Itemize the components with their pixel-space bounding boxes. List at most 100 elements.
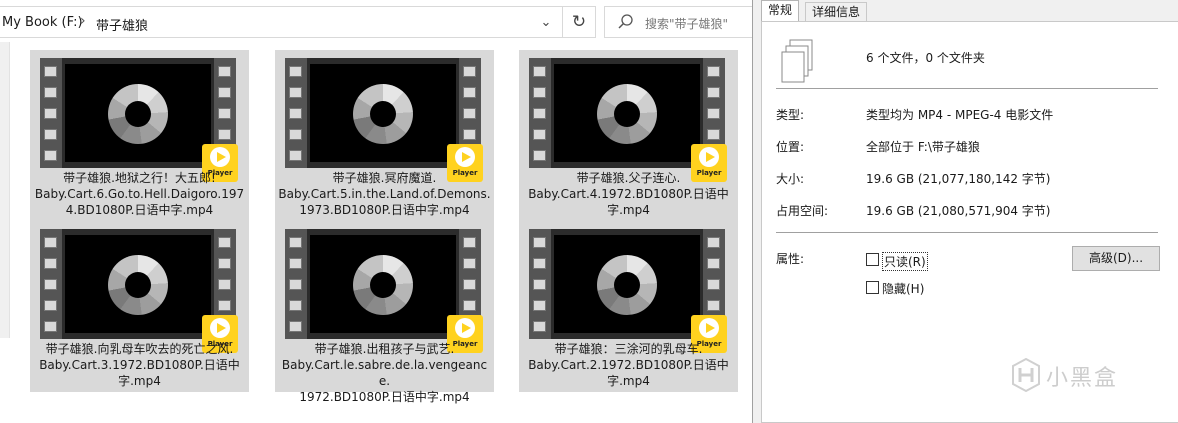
film-hole <box>289 150 302 161</box>
thumbnail-screen <box>554 64 700 162</box>
breadcrumb-drive[interactable]: My Book (F:) <box>2 15 83 30</box>
play-icon <box>217 152 226 162</box>
size-on-disk-value: 19.6 GB (21,080,571,904 字节) <box>866 204 1051 218</box>
film-hole <box>533 321 546 332</box>
thumbnail-screen <box>65 235 211 333</box>
thumbnail-screen <box>65 64 211 162</box>
file-tile[interactable]: Player 带子雄狼.地狱之行！大五郎! Baby.Cart.6.Go.to.H… <box>30 50 249 221</box>
video-thumbnail-icon: Player <box>529 229 727 353</box>
film-hole <box>44 129 57 140</box>
search-input[interactable]: 搜索"带子雄狼" <box>604 6 752 38</box>
xiaoheihe-logo-icon <box>1012 358 1040 392</box>
file-tile[interactable]: Player 带子雄狼：三涂河的乳母车. Baby.Cart.2.1972.BD1… <box>519 221 738 392</box>
film-hole <box>707 108 720 119</box>
refresh-icon: ↻ <box>571 12 587 32</box>
divider <box>776 88 1158 89</box>
watermark-text: 小黑盒 <box>1046 366 1119 391</box>
film-hole <box>707 129 720 140</box>
film-hole <box>44 279 57 290</box>
search-placeholder: 搜索"带子雄狼" <box>645 17 729 31</box>
breadcrumb-separator-icon[interactable]: › <box>80 13 86 29</box>
play-icon <box>462 323 471 333</box>
film-hole <box>218 129 231 140</box>
film-hole <box>533 66 546 77</box>
file-tile[interactable]: Player 带子雄狼.向乳母车吹去的死亡之风. Baby.Cart.3.1972… <box>30 221 249 392</box>
film-hole <box>463 129 476 140</box>
file-name: 带子雄狼.父子连心. Baby.Cart.4.1972.BD1080P.日语中 … <box>528 171 729 217</box>
film-hole <box>533 150 546 161</box>
film-hole <box>463 279 476 290</box>
play-icon <box>706 152 715 162</box>
attributes-label: 属性: <box>776 252 805 266</box>
film-hole <box>289 279 302 290</box>
film-hole <box>44 321 57 332</box>
hidden-label[interactable]: 隐藏(H) <box>882 280 924 297</box>
film-hole <box>533 108 546 119</box>
hidden-checkbox[interactable] <box>866 281 879 294</box>
film-hole <box>289 87 302 98</box>
loading-ring-icon <box>108 255 168 315</box>
film-hole <box>463 108 476 119</box>
film-hole <box>463 258 476 269</box>
loading-ring-icon <box>597 255 657 315</box>
film-hole <box>707 87 720 98</box>
advanced-button[interactable]: 高级(D)... <box>1072 246 1160 271</box>
file-name: 带子雄狼.冥府魔道. Baby.Cart.5.in.the.Land.of.De… <box>278 171 491 217</box>
film-hole <box>289 300 302 311</box>
tab-details[interactable]: 详细信息 <box>805 2 868 22</box>
film-hole <box>289 321 302 332</box>
film-hole <box>463 87 476 98</box>
file-tile[interactable]: Player 带子雄狼.父子连心. Baby.Cart.4.1972.BD1080… <box>519 50 738 221</box>
film-hole <box>707 300 720 311</box>
file-grid: Player 带子雄狼.地狱之行！大五郎! Baby.Cart.6.Go.to.H… <box>30 46 750 404</box>
film-strip <box>285 229 307 339</box>
film-hole <box>707 66 720 77</box>
loading-ring-icon <box>353 255 413 315</box>
selection-summary: 6 个文件，0 个文件夹 <box>866 51 985 65</box>
size-value: 19.6 GB (21,077,180,142 字节) <box>866 172 1051 186</box>
film-hole <box>218 66 231 77</box>
type-value: 类型均为 MP4 - MPEG-4 电影文件 <box>866 108 1054 122</box>
thumbnail-screen <box>310 64 456 162</box>
film-hole <box>44 258 57 269</box>
tab-general[interactable]: 常规 <box>761 0 800 22</box>
loading-ring-icon <box>353 84 413 144</box>
thumbnail-screen <box>554 235 700 333</box>
refresh-button[interactable]: ↻ <box>562 6 596 38</box>
video-thumbnail-icon: Player <box>285 229 483 353</box>
play-icon <box>706 323 715 333</box>
divider <box>776 232 1158 233</box>
loading-ring-icon <box>597 84 657 144</box>
file-name: 带子雄狼.向乳母车吹去的死亡之风. Baby.Cart.3.1972.BD108… <box>39 342 240 388</box>
film-hole <box>44 300 57 311</box>
thumbnail-screen <box>310 235 456 333</box>
film-hole <box>218 87 231 98</box>
readonly-label[interactable]: 只读(R) <box>882 252 928 271</box>
search-icon <box>618 14 633 29</box>
video-thumbnail-icon: Player <box>40 229 238 353</box>
film-strip <box>529 229 551 339</box>
breadcrumb-folder[interactable]: 带子雄狼 <box>96 15 148 34</box>
play-icon <box>217 323 226 333</box>
film-hole <box>463 237 476 248</box>
size-on-disk-label: 占用空间: <box>776 204 829 218</box>
film-hole <box>533 300 546 311</box>
film-hole <box>463 300 476 311</box>
location-label: 位置: <box>776 140 805 154</box>
film-hole <box>44 237 57 248</box>
film-hole <box>289 258 302 269</box>
address-bar[interactable]: My Book (F:) › 带子雄狼 ⌄ <box>0 6 594 38</box>
film-hole <box>533 237 546 248</box>
file-tile[interactable]: Player 带子雄狼.出租孩子与武艺. Baby.Cart.le.sabre.d… <box>275 221 494 404</box>
file-tile[interactable]: Player 带子雄狼.冥府魔道. Baby.Cart.5.in.the.Land… <box>275 50 494 221</box>
film-hole <box>289 129 302 140</box>
film-hole <box>463 66 476 77</box>
film-strip <box>40 229 62 339</box>
readonly-checkbox[interactable] <box>866 253 879 266</box>
chevron-down-icon[interactable]: ⌄ <box>536 13 556 33</box>
type-label: 类型: <box>776 108 805 122</box>
loading-ring-icon <box>108 84 168 144</box>
navigation-pane-edge[interactable] <box>0 42 10 338</box>
film-hole <box>218 237 231 248</box>
film-hole <box>44 87 57 98</box>
